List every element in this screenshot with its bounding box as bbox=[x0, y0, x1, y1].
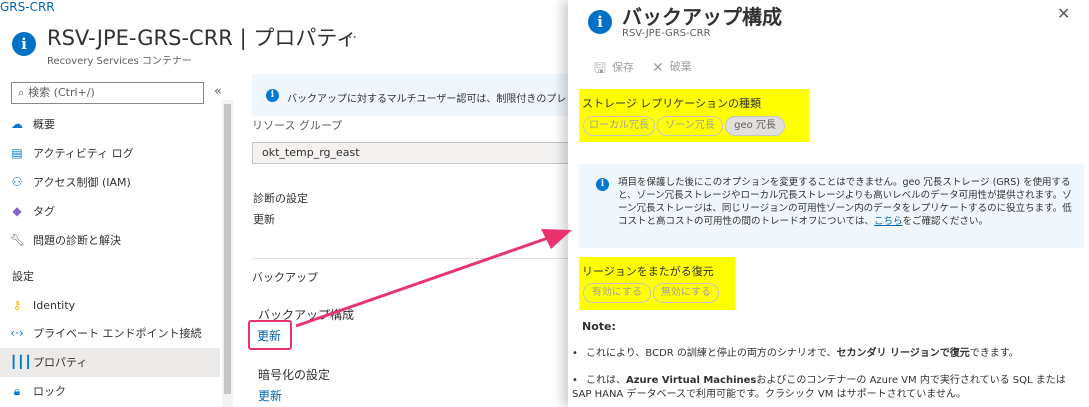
annotation-arrow bbox=[295, 229, 572, 328]
arrow-line bbox=[295, 236, 549, 328]
